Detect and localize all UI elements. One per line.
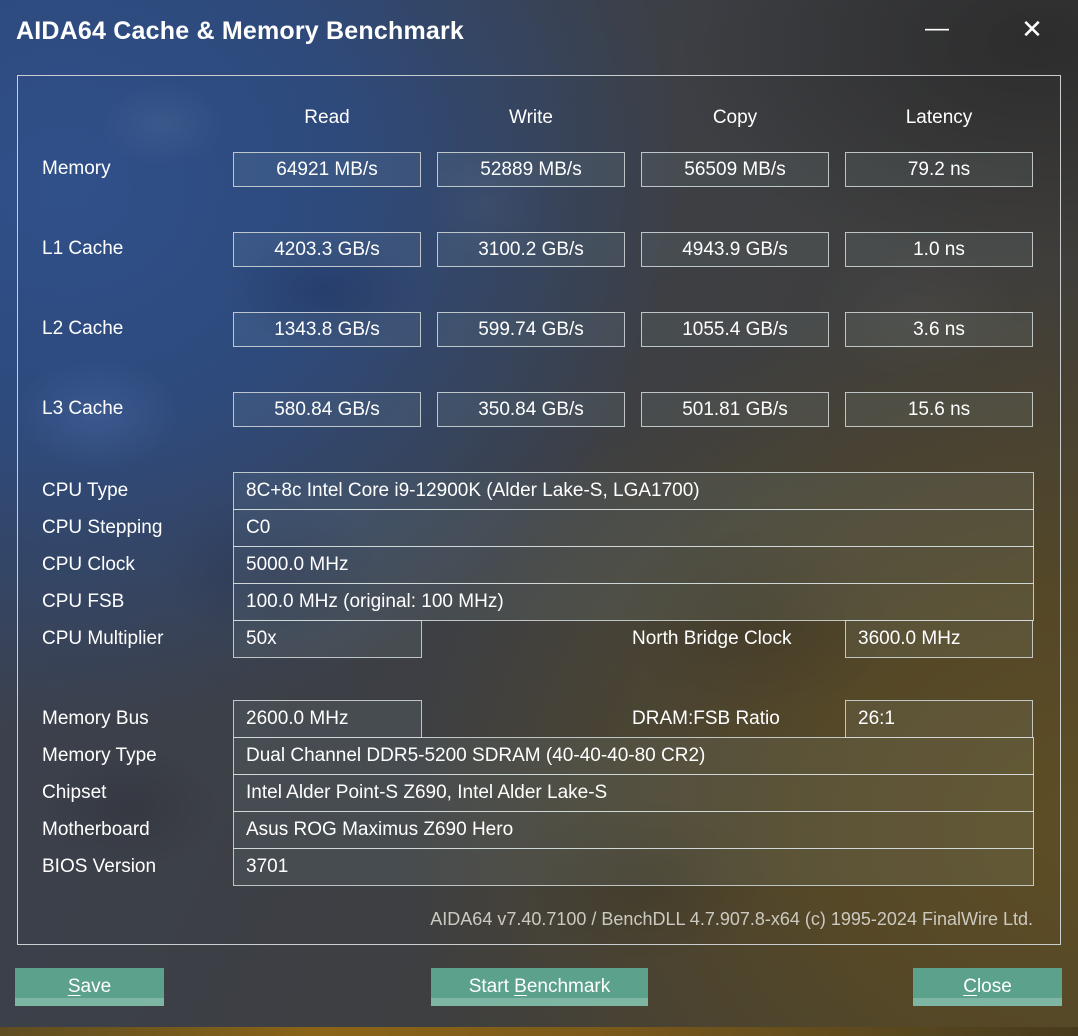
l1-copy-value: 4943.9 GB/s: [641, 232, 829, 267]
cpu-clock-value: 5000.0 MHz: [233, 546, 1034, 584]
close-window-button[interactable]: ✕: [1010, 9, 1054, 49]
row-label-cpu-stepping: CPU Stepping: [42, 517, 163, 538]
row-label-motherboard: Motherboard: [42, 819, 150, 840]
column-header-write: Write: [509, 107, 553, 128]
row-label-cpu-type: CPU Type: [42, 480, 129, 501]
cpu-multiplier-value: 50x: [233, 620, 422, 658]
north-bridge-clock-value: 3600.0 MHz: [845, 620, 1033, 658]
l3-write-value: 350.84 GB/s: [437, 392, 625, 427]
bios-version-value: 3701: [233, 848, 1034, 886]
north-bridge-clock-label: North Bridge Clock: [632, 628, 792, 649]
column-header-read: Read: [304, 107, 350, 128]
cpu-type-value: 8C+8c Intel Core i9-12900K (Alder Lake-S…: [233, 472, 1034, 510]
row-label-memory-bus: Memory Bus: [42, 708, 149, 729]
l2-read-value: 1343.8 GB/s: [233, 312, 421, 347]
l3-latency-value: 15.6 ns: [845, 392, 1033, 427]
start-benchmark-button[interactable]: Start Benchmark: [431, 968, 648, 1006]
l2-latency-value: 3.6 ns: [845, 312, 1033, 347]
memory-type-value: Dual Channel DDR5-5200 SDRAM (40-40-40-8…: [233, 737, 1034, 775]
memory-read-value: 64921 MB/s: [233, 152, 421, 187]
row-label-l1-cache: L1 Cache: [42, 238, 124, 259]
l1-write-value: 3100.2 GB/s: [437, 232, 625, 267]
motherboard-value: Asus ROG Maximus Z690 Hero: [233, 811, 1034, 849]
cpu-stepping-value: C0: [233, 509, 1034, 547]
minimize-button[interactable]: —: [915, 9, 959, 49]
row-label-cpu-multiplier: CPU Multiplier: [42, 628, 164, 649]
minimize-icon: —: [925, 15, 949, 42]
row-label-cpu-clock: CPU Clock: [42, 554, 135, 575]
close-button[interactable]: Close: [913, 968, 1062, 1006]
window-bottom-edge: [0, 1027, 1078, 1036]
l3-read-value: 580.84 GB/s: [233, 392, 421, 427]
row-label-chipset: Chipset: [42, 782, 107, 803]
row-label-cpu-fsb: CPU FSB: [42, 591, 125, 612]
cpu-fsb-value: 100.0 MHz (original: 100 MHz): [233, 583, 1034, 621]
row-label-l2-cache: L2 Cache: [42, 318, 124, 339]
l1-latency-value: 1.0 ns: [845, 232, 1033, 267]
row-label-l3-cache: L3 Cache: [42, 398, 124, 419]
version-footer: AIDA64 v7.40.7100 / BenchDLL 4.7.907.8-x…: [430, 909, 1033, 929]
row-label-memory-type: Memory Type: [42, 745, 157, 766]
memory-latency-value: 79.2 ns: [845, 152, 1033, 187]
dram-fsb-ratio-value: 26:1: [845, 700, 1033, 738]
l1-read-value: 4203.3 GB/s: [233, 232, 421, 267]
memory-write-value: 52889 MB/s: [437, 152, 625, 187]
memory-bus-value: 2600.0 MHz: [233, 700, 422, 738]
l2-copy-value: 1055.4 GB/s: [641, 312, 829, 347]
row-label-bios-version: BIOS Version: [42, 856, 157, 877]
memory-copy-value: 56509 MB/s: [641, 152, 829, 187]
close-icon: ✕: [1021, 13, 1043, 44]
aida64-benchmark-window: AIDA64 Cache & Memory Benchmark — ✕ Read…: [0, 0, 1078, 1036]
column-header-latency: Latency: [905, 107, 973, 128]
save-button[interactable]: Save: [15, 968, 164, 1006]
window-title: AIDA64 Cache & Memory Benchmark: [16, 17, 465, 45]
dram-fsb-ratio-label: DRAM:FSB Ratio: [632, 708, 780, 729]
column-header-copy: Copy: [712, 107, 758, 128]
l2-write-value: 599.74 GB/s: [437, 312, 625, 347]
row-label-memory: Memory: [42, 158, 111, 179]
l3-copy-value: 501.81 GB/s: [641, 392, 829, 427]
chipset-value: Intel Alder Point-S Z690, Intel Alder La…: [233, 774, 1034, 812]
